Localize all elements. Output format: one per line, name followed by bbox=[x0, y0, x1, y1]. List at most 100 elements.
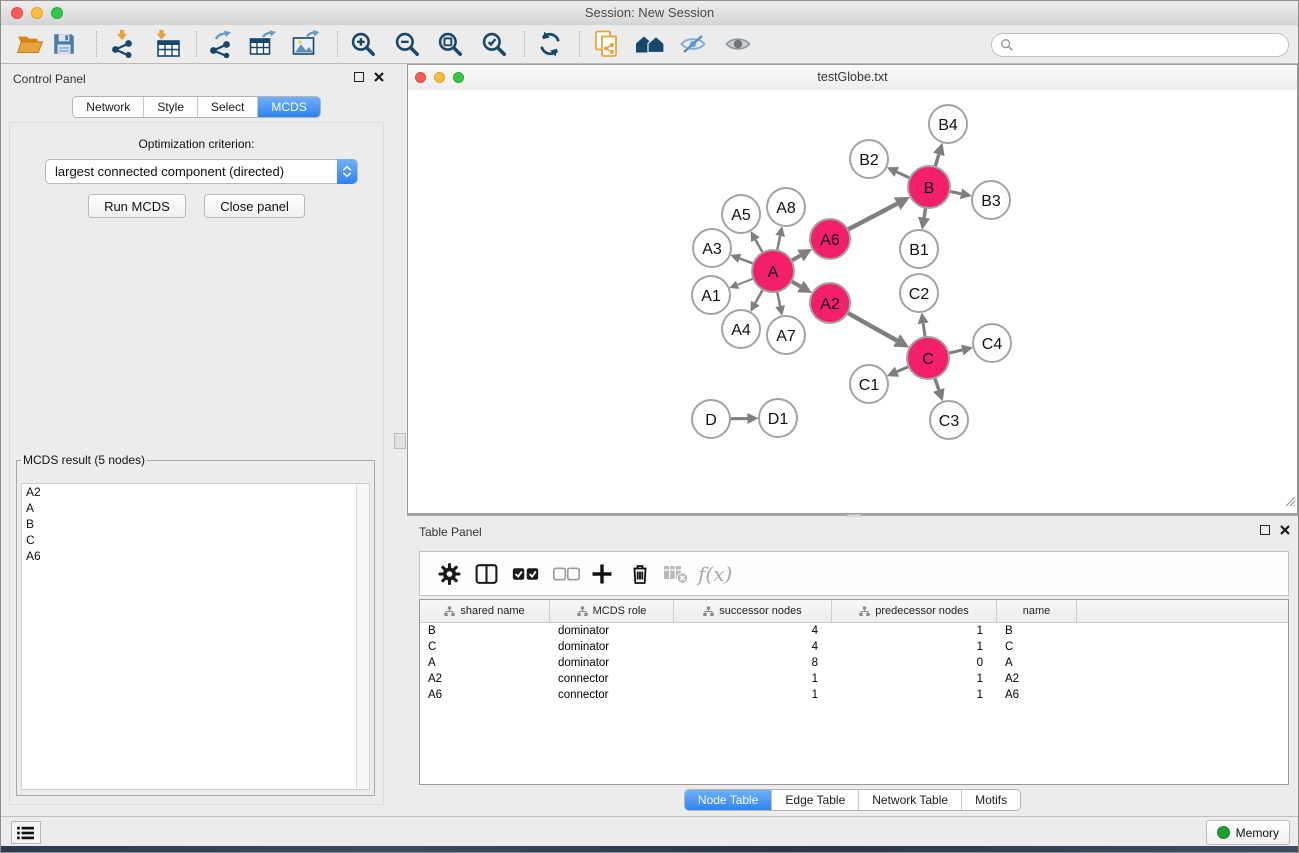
tab-motifs[interactable]: Motifs bbox=[961, 790, 1020, 810]
zoom-selected-button[interactable] bbox=[478, 28, 510, 60]
close-panel-icon-button[interactable] bbox=[1280, 525, 1290, 535]
table-cell[interactable]: 1 bbox=[832, 687, 997, 703]
table-cell[interactable]: dominator bbox=[550, 655, 674, 671]
split-divider-grip[interactable] bbox=[394, 433, 406, 449]
close-panel-icon-button[interactable] bbox=[374, 72, 384, 82]
select-all-columns-button[interactable] bbox=[512, 566, 539, 581]
result-list-item[interactable]: A bbox=[22, 500, 369, 516]
graph-edge-C-C3[interactable] bbox=[934, 377, 938, 390]
graph-edge-A-A3[interactable] bbox=[740, 258, 755, 264]
search-input[interactable] bbox=[1018, 37, 1288, 53]
export-image-button[interactable] bbox=[290, 28, 322, 60]
table-cell[interactable]: C bbox=[420, 639, 550, 655]
add-column-button[interactable] bbox=[590, 562, 614, 586]
zoom-in-button[interactable] bbox=[347, 28, 379, 60]
graph-edge-A-A4[interactable] bbox=[755, 289, 763, 304]
apply-layout-button[interactable] bbox=[534, 28, 566, 60]
table-cell[interactable]: 8 bbox=[674, 655, 832, 671]
graph-edge-C-C2[interactable] bbox=[923, 323, 925, 338]
graph-edge-A-A5[interactable] bbox=[755, 240, 763, 254]
tab-node-table[interactable]: Node Table bbox=[685, 790, 772, 810]
save-session-button[interactable] bbox=[48, 28, 80, 60]
export-table-button[interactable] bbox=[247, 28, 279, 60]
float-panel-button[interactable] bbox=[354, 72, 364, 82]
table-cell[interactable]: A bbox=[420, 655, 550, 671]
column-header-predecessor-nodes[interactable]: predecessor nodes bbox=[832, 600, 997, 622]
table-cell[interactable]: 0 bbox=[832, 655, 997, 671]
result-list-item[interactable]: B bbox=[22, 516, 369, 532]
new-network-from-selection-button[interactable] bbox=[591, 28, 623, 60]
tab-network-table[interactable]: Network Table bbox=[858, 790, 961, 810]
split-table-view-button[interactable] bbox=[474, 561, 499, 586]
table-settings-button[interactable] bbox=[437, 561, 462, 586]
result-list-scrollbar[interactable] bbox=[356, 484, 369, 789]
float-panel-button[interactable] bbox=[1260, 525, 1270, 535]
import-table-button[interactable] bbox=[152, 28, 184, 60]
graph-edge-A6-B[interactable] bbox=[847, 204, 897, 230]
zoom-fit-button[interactable] bbox=[434, 28, 466, 60]
table-row[interactable]: A6connector11A6 bbox=[420, 687, 1288, 703]
result-list-item[interactable]: C bbox=[22, 532, 369, 548]
table-cell[interactable]: 1 bbox=[674, 671, 832, 687]
column-header-MCDS-role[interactable]: MCDS role bbox=[550, 600, 674, 622]
delete-table-button[interactable] bbox=[663, 563, 689, 585]
graph-edge-C-C1[interactable] bbox=[897, 366, 910, 372]
hide-selected-button[interactable] bbox=[677, 28, 709, 60]
tab-mcds[interactable]: MCDS bbox=[257, 97, 319, 117]
tab-edge-table[interactable]: Edge Table bbox=[771, 790, 858, 810]
close-panel-button[interactable]: Close panel bbox=[204, 194, 305, 218]
table-cell[interactable]: A6 bbox=[997, 687, 1077, 703]
apply-function-button[interactable]: f(x) bbox=[698, 562, 732, 586]
delete-column-button[interactable] bbox=[628, 562, 652, 586]
deselect-all-columns-button[interactable] bbox=[553, 566, 580, 581]
column-header-shared-name[interactable]: shared name bbox=[420, 600, 550, 622]
graph-edge-A2-C[interactable] bbox=[847, 312, 897, 340]
first-neighbors-button[interactable] bbox=[634, 28, 666, 60]
tab-style[interactable]: Style bbox=[143, 97, 197, 117]
table-cell[interactable]: 1 bbox=[832, 623, 997, 639]
column-header-name[interactable]: name bbox=[997, 600, 1077, 622]
open-session-button[interactable] bbox=[14, 28, 46, 60]
table-cell[interactable]: 1 bbox=[832, 671, 997, 687]
table-cell[interactable]: B bbox=[420, 623, 550, 639]
show-all-button[interactable] bbox=[722, 28, 754, 60]
network-canvas[interactable]: B4B2BB3A8A5A6A3B1AC2A1A2A4A7C4CC1DD1C3 bbox=[408, 90, 1297, 513]
table-cell[interactable]: A2 bbox=[420, 671, 550, 687]
table-row[interactable]: A2connector11A2 bbox=[420, 671, 1288, 687]
graph-edge-A-A7[interactable] bbox=[777, 291, 780, 306]
table-cell[interactable]: connector bbox=[550, 671, 674, 687]
graph-edge-B-B4[interactable] bbox=[935, 154, 939, 168]
table-cell[interactable]: A bbox=[997, 655, 1077, 671]
vertical-split-divider[interactable] bbox=[392, 64, 407, 817]
table-row[interactable]: Bdominator41B bbox=[420, 623, 1288, 639]
graph-edge-B-B2[interactable] bbox=[897, 172, 911, 179]
zoom-out-button[interactable] bbox=[391, 28, 423, 60]
table-cell[interactable]: connector bbox=[550, 687, 674, 703]
table-cell[interactable]: 1 bbox=[674, 687, 832, 703]
optimization-criterion-select[interactable]: largest connected component (directed) bbox=[45, 159, 358, 184]
table-cell[interactable]: dominator bbox=[550, 623, 674, 639]
result-list-item[interactable]: A2 bbox=[22, 484, 369, 500]
export-network-button[interactable] bbox=[204, 28, 236, 60]
graph-edge-C-C4[interactable] bbox=[947, 350, 962, 353]
task-history-button[interactable] bbox=[11, 821, 41, 844]
window-resize-grip[interactable] bbox=[1282, 493, 1296, 512]
search-field[interactable] bbox=[991, 33, 1289, 57]
table-cell[interactable]: 4 bbox=[674, 639, 832, 655]
import-network-button[interactable] bbox=[106, 28, 138, 60]
table-row[interactable]: Cdominator41C bbox=[420, 639, 1288, 655]
table-cell[interactable]: C bbox=[997, 639, 1077, 655]
memory-button[interactable]: Memory bbox=[1206, 820, 1290, 845]
graph-edge-A-A8[interactable] bbox=[777, 236, 780, 251]
table-cell[interactable]: dominator bbox=[550, 639, 674, 655]
tab-network[interactable]: Network bbox=[73, 97, 143, 117]
result-list-item[interactable]: A6 bbox=[22, 548, 369, 564]
run-mcds-button[interactable]: Run MCDS bbox=[88, 194, 186, 218]
table-cell[interactable]: A2 bbox=[997, 671, 1077, 687]
table-cell[interactable]: B bbox=[997, 623, 1077, 639]
table-cell[interactable]: A6 bbox=[420, 687, 550, 703]
table-cell[interactable]: 1 bbox=[832, 639, 997, 655]
table-row[interactable]: Adominator80A bbox=[420, 655, 1288, 671]
tab-select[interactable]: Select bbox=[197, 97, 257, 117]
table-cell[interactable]: 4 bbox=[674, 623, 832, 639]
